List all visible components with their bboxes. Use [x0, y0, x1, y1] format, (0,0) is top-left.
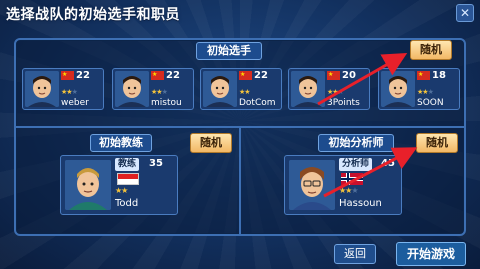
indonesia-flag-icon	[117, 173, 139, 185]
random-analyst-button[interactable]: 随机	[416, 133, 458, 153]
china-flag-icon: ★	[61, 71, 74, 80]
player-age: 18	[432, 70, 446, 81]
players-section-label: 初始选手	[196, 42, 262, 60]
player-card[interactable]: ★ 22 ★★★ weber	[22, 68, 104, 110]
player-age: 22	[166, 70, 180, 81]
player-name: DotCom	[239, 98, 276, 108]
start-game-button[interactable]: 开始游戏	[396, 242, 466, 266]
player-rating-stars: ★★★	[61, 88, 78, 96]
panel-divider-vertical	[239, 128, 241, 236]
player-rating-stars: ★★★	[417, 88, 434, 96]
player-name: 3Points	[327, 98, 360, 108]
coach-role-tag: 教练	[115, 158, 140, 171]
analyst-name: Hassoun	[339, 198, 382, 209]
coach-card[interactable]: 教练 35 ★★ Todd	[60, 155, 178, 215]
analyst-rating-stars: ★★★	[339, 186, 359, 195]
analyst-portrait	[289, 160, 335, 210]
norway-flag-icon	[341, 173, 363, 185]
player-card[interactable]: ★ 22 ★★★ mistou	[112, 68, 194, 110]
analyst-section-label: 初始分析师	[318, 134, 394, 152]
random-coach-button[interactable]: 随机	[190, 133, 232, 153]
player-age: 22	[76, 70, 90, 81]
player-portrait	[381, 71, 415, 107]
china-flag-icon: ★	[417, 71, 430, 80]
player-portrait	[115, 71, 149, 107]
player-portrait	[291, 71, 325, 107]
back-button[interactable]: 返回	[334, 244, 376, 264]
player-card[interactable]: ★ 22 ★★ DotCom	[200, 68, 282, 110]
player-card[interactable]: ★ 20 ★★★ 3Points	[288, 68, 370, 110]
player-rating-stars: ★★	[239, 88, 251, 96]
china-flag-icon: ★	[327, 71, 340, 80]
china-flag-icon: ★	[239, 71, 252, 80]
random-players-button[interactable]: 随机	[410, 40, 452, 60]
analyst-age: 45	[381, 158, 395, 169]
player-card[interactable]: ★ 18 ★★★ SOON	[378, 68, 460, 110]
coach-portrait	[65, 160, 111, 210]
player-rating-stars: ★★★	[327, 88, 344, 96]
coach-rating-stars: ★★	[115, 186, 128, 195]
analyst-card[interactable]: 分析师 45 ★★★ Hassoun	[284, 155, 402, 215]
player-name: mistou	[151, 98, 182, 108]
player-age: 22	[254, 70, 268, 81]
close-button[interactable]: ✕	[456, 4, 474, 22]
coach-section-label: 初始教练	[90, 134, 152, 152]
player-rating-stars: ★★★	[151, 88, 168, 96]
player-age: 20	[342, 70, 356, 81]
china-flag-icon: ★	[151, 71, 164, 80]
player-portrait	[25, 71, 59, 107]
coach-name: Todd	[115, 198, 139, 209]
coach-age: 35	[149, 158, 163, 169]
page-title: 选择战队的初始选手和职员	[6, 7, 180, 23]
player-name: SOON	[417, 98, 444, 108]
analyst-role-tag: 分析师	[339, 158, 373, 171]
player-portrait	[203, 71, 237, 107]
player-name: weber	[61, 98, 89, 108]
